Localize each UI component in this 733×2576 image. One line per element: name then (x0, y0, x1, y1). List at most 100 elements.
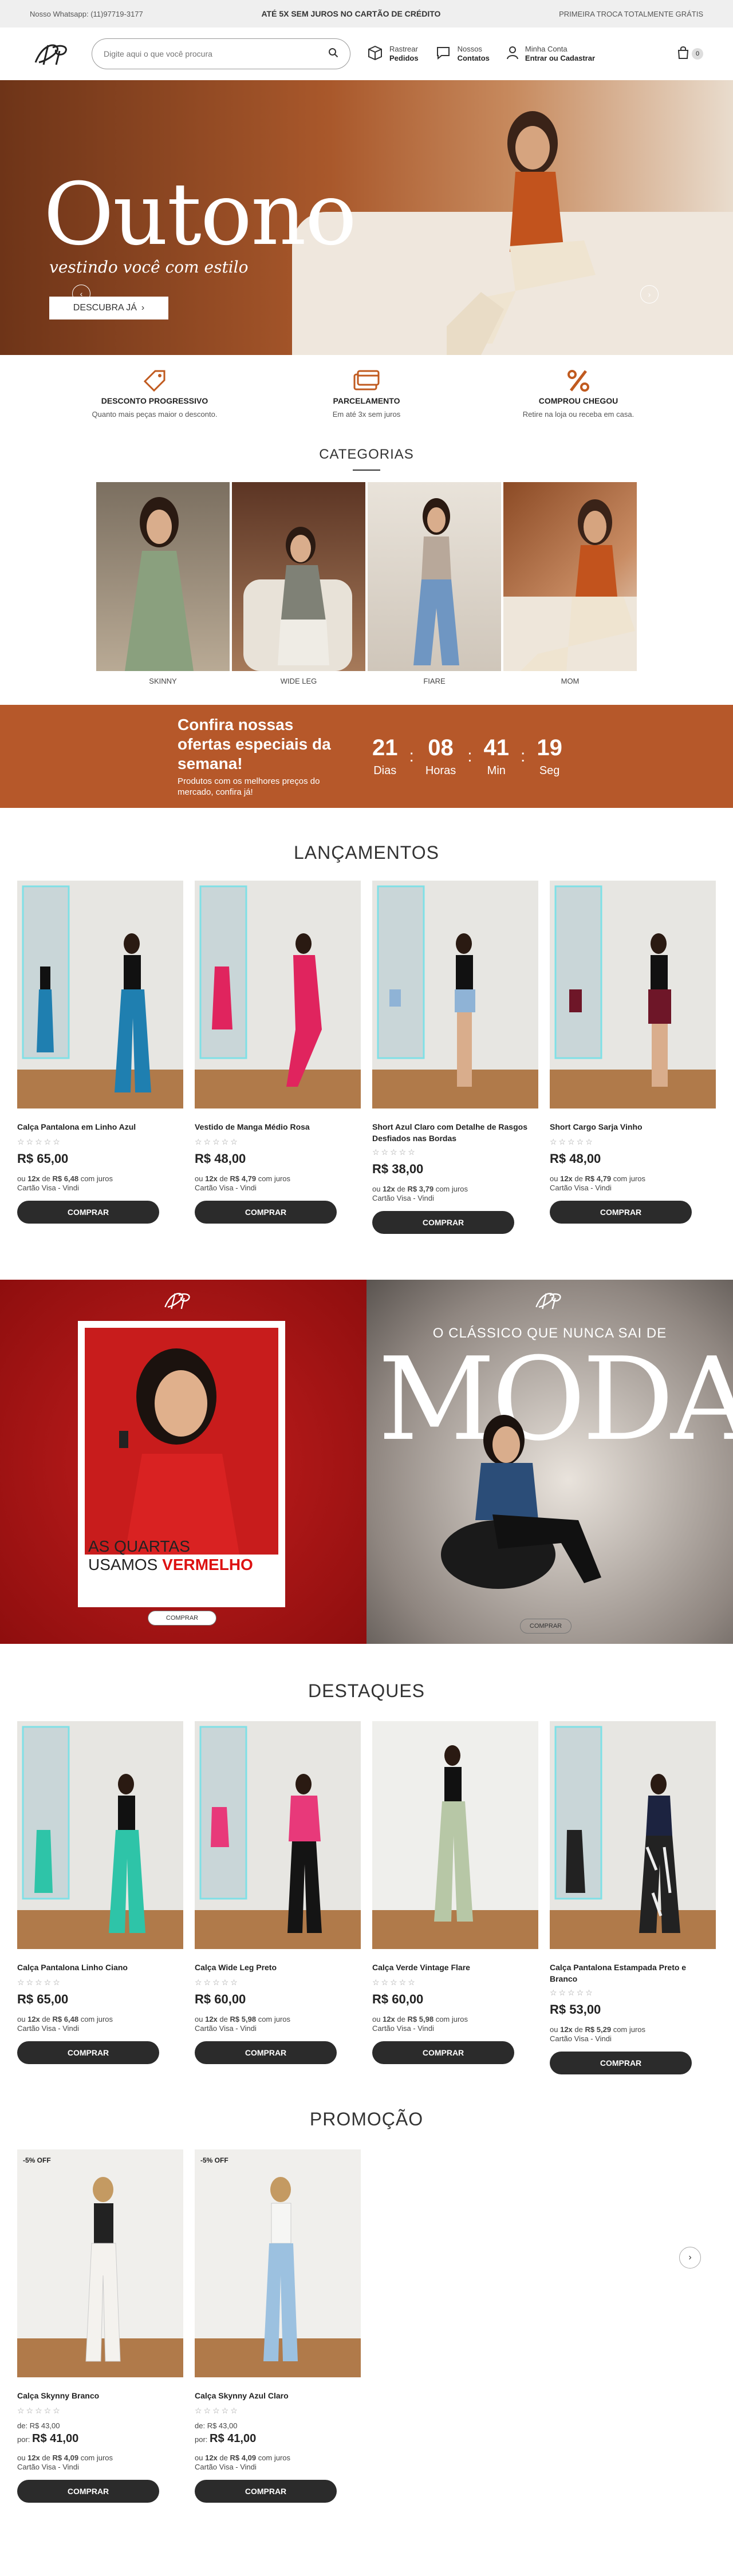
search-input[interactable] (104, 49, 321, 58)
product-name[interactable]: Calça Pantalona em Linho Azul (17, 1121, 183, 1134)
timer-seconds-label: Seg (539, 764, 560, 777)
cart-button[interactable]: 0 (677, 46, 703, 62)
discount-badge: -5% OFF (23, 2156, 51, 2164)
product-image[interactable] (550, 1721, 716, 1949)
timer-days-value: 21 (372, 735, 398, 760)
inst-count: 12x (383, 1185, 395, 1193)
weekly-offer-banner[interactable]: Confira nossas ofertas especiais da sema… (0, 705, 733, 808)
hero-banner[interactable]: Outono vestindo você com estilo ‹ › DESC… (0, 80, 733, 355)
product-name[interactable]: Vestido de Manga Médio Rosa (195, 1121, 361, 1134)
buy-button[interactable]: COMPRAR (17, 2041, 159, 2064)
buy-button[interactable]: COMPRAR (17, 2480, 159, 2503)
product-image[interactable]: -5% OFF (17, 2149, 183, 2377)
buy-button[interactable]: COMPRAR (372, 1211, 514, 1234)
product-name[interactable]: Calça Skynny Branco (17, 2390, 183, 2403)
product-image[interactable]: -5% OFF (195, 2149, 361, 2377)
product-image[interactable] (17, 881, 183, 1108)
classic-fashion-banner[interactable]: O CLÁSSICO QUE NUNCA SAI DE MODA COMPRAR (366, 1280, 733, 1644)
product-image[interactable] (550, 881, 716, 1108)
timer-minutes-value: 41 (483, 735, 510, 760)
red-wednesday-banner[interactable]: AS QUARTAS USAMOS VERMELHO COMPRAR (0, 1280, 366, 1644)
red-banner-buy-button[interactable]: COMPRAR (148, 1611, 216, 1626)
product-image[interactable] (372, 1721, 538, 1949)
promo-next-arrow[interactable]: › (679, 2247, 701, 2269)
site-header: RastrearPedidos NossosContatos Minha Con… (0, 27, 733, 80)
inst-prefix: ou (372, 1185, 381, 1193)
product-card[interactable]: Short Cargo Sarja Vinho ☆☆☆☆☆ R$ 48,00 o… (550, 881, 716, 1234)
category-image[interactable] (232, 482, 365, 671)
buy-button[interactable]: COMPRAR (195, 1201, 337, 1224)
buy-button[interactable]: COMPRAR (372, 2041, 514, 2064)
category-label[interactable]: FIARE (368, 677, 501, 685)
inst-card: Cartão Visa - Vindi (195, 2024, 257, 2033)
timer-days-label: Dias (373, 764, 397, 777)
product-card[interactable]: Calça Pantalona Estampada Preto e Branco… (550, 1721, 716, 2074)
percent-icon (504, 366, 653, 395)
rating-stars: ☆☆☆☆☆ (17, 1978, 62, 1987)
feature-desc: Retire na loja ou receba em casa. (522, 410, 635, 419)
buy-button[interactable]: COMPRAR (195, 2041, 337, 2064)
search-icon[interactable] (328, 48, 338, 61)
category-skinny[interactable]: SKINNY (96, 482, 230, 685)
product-name[interactable]: Calça Wide Leg Preto (195, 1962, 361, 1974)
account-link[interactable]: Minha Conta Entrar ou Cadastrar (506, 45, 595, 63)
category-image[interactable] (96, 482, 230, 671)
hero-cta-button[interactable]: DESCUBRA JÁ › (49, 297, 168, 319)
hero-next-arrow[interactable]: › (640, 285, 659, 303)
classic-banner-buy-button[interactable]: COMPRAR (520, 1619, 572, 1634)
product-card[interactable]: -5% OFF Calça Skynny Azul Claro ☆☆☆☆☆ de… (195, 2149, 361, 2503)
category-fiare[interactable]: FIARE (368, 482, 501, 685)
category-wide-leg[interactable]: WIDE LEG (232, 482, 365, 685)
buy-button[interactable]: COMPRAR (195, 2480, 337, 2503)
buy-button[interactable]: COMPRAR (550, 2052, 692, 2074)
product-card[interactable]: Short Azul Claro com Detalhe de Rasgos D… (372, 881, 538, 1234)
buy-button[interactable]: COMPRAR (17, 1201, 159, 1224)
inst-card: Cartão Visa - Vindi (17, 1184, 79, 1192)
highlights-carousel: › Calça Pantalona Linho Ciano ☆☆☆☆☆ R$ 6… (0, 1721, 733, 2074)
product-card[interactable]: Vestido de Manga Médio Rosa ☆☆☆☆☆ R$ 48,… (195, 881, 361, 1234)
categories-title: CATEGORIAS (319, 447, 414, 462)
inst-suffix: com juros (80, 1174, 113, 1183)
category-label[interactable]: WIDE LEG (232, 677, 365, 685)
discount-badge: -5% OFF (200, 2156, 228, 2164)
timer-minutes: 41 Min (484, 735, 510, 778)
product-card[interactable]: -5% OFF Calça Skynny Branco ☆☆☆☆☆ de: R$… (17, 2149, 183, 2503)
red-banner-line2a: USAMOS (88, 1556, 158, 1573)
product-image[interactable] (17, 1721, 183, 1949)
inst-count: 12x (205, 2453, 218, 2462)
product-card[interactable]: Calça Pantalona em Linho Azul ☆☆☆☆☆ R$ 6… (17, 881, 183, 1234)
product-card[interactable]: Calça Verde Vintage Flare ☆☆☆☆☆ R$ 60,00… (372, 1721, 538, 2074)
product-image[interactable] (195, 1721, 361, 1949)
product-image[interactable] (372, 881, 538, 1108)
category-label[interactable]: SKINNY (96, 677, 230, 685)
whatsapp-text[interactable]: Nosso Whatsapp: (11)97719-3177 (30, 10, 143, 18)
product-price: R$ 48,00 (550, 1151, 601, 1166)
category-image[interactable] (503, 482, 637, 671)
seated-model-figure (441, 1415, 601, 1589)
product-name[interactable]: Short Azul Claro com Detalhe de Rasgos D… (372, 1121, 538, 1144)
category-label[interactable]: MOM (503, 677, 637, 685)
search-bar[interactable] (92, 38, 350, 69)
timer-separator: : (467, 747, 472, 766)
product-name[interactable]: Calça Pantalona Linho Ciano (17, 1962, 183, 1974)
product-card[interactable]: Calça Pantalona Linho Ciano ☆☆☆☆☆ R$ 65,… (17, 1721, 183, 2074)
track-orders-link[interactable]: Rastrear Pedidos (366, 44, 419, 64)
inst-value: R$ 5,98 (407, 2015, 434, 2023)
contact-line2: Contatos (457, 54, 490, 62)
product-image[interactable] (195, 881, 361, 1108)
buy-button[interactable]: COMPRAR (550, 1201, 692, 1224)
inst-value: R$ 3,79 (407, 1185, 434, 1193)
product-name[interactable]: Calça Skynny Azul Claro (195, 2390, 361, 2403)
category-mom[interactable]: MOM (503, 482, 637, 685)
contacts-link[interactable]: Nossos Contatos (435, 44, 490, 64)
sale-price-label: por: (17, 2435, 30, 2444)
product-name[interactable]: Calça Pantalona Estampada Preto e Branco (550, 1962, 716, 1985)
product-card[interactable]: Calça Wide Leg Preto ☆☆☆☆☆ R$ 60,00 ou 1… (195, 1721, 361, 2074)
product-name[interactable]: Calça Verde Vintage Flare (372, 1962, 538, 1974)
inst-card: Cartão Visa - Vindi (17, 2463, 79, 2471)
chat-bubble-icon (435, 44, 452, 64)
store-logo[interactable] (30, 37, 76, 71)
category-image[interactable] (368, 482, 501, 671)
old-price: de: R$ 43,00 (195, 2421, 361, 2430)
product-name[interactable]: Short Cargo Sarja Vinho (550, 1121, 716, 1134)
